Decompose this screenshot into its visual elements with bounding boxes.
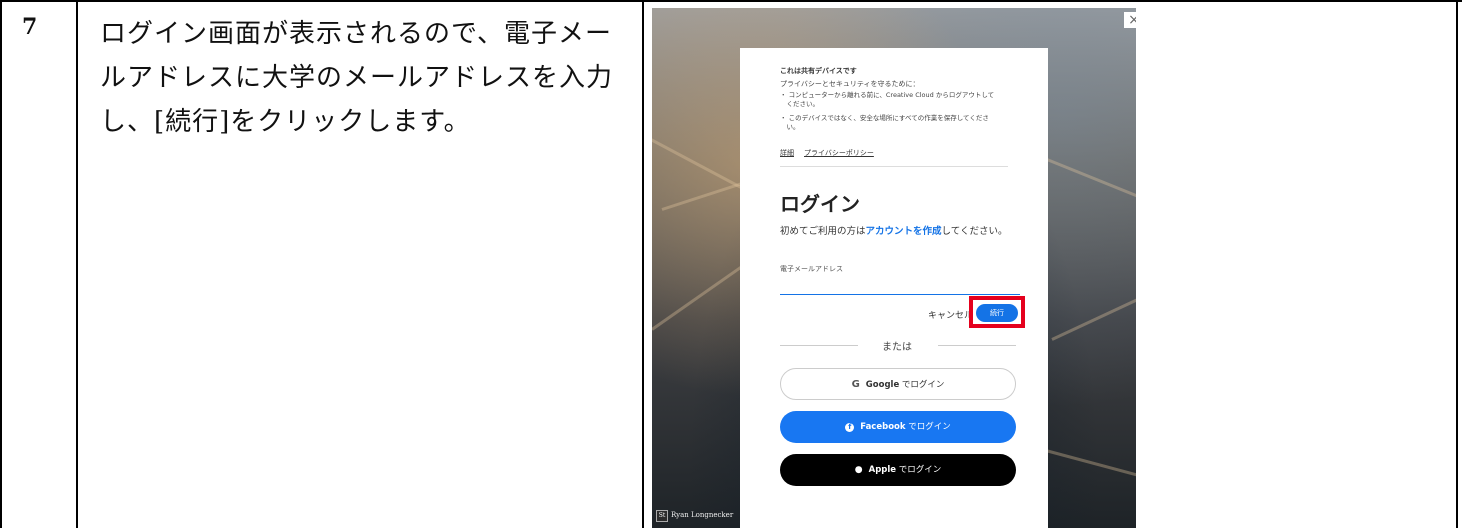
facebook-icon: f bbox=[845, 423, 855, 432]
login-title: ログイン bbox=[780, 192, 860, 216]
create-account-hint: 初めてご利用の方はアカウントを作成してください。 bbox=[780, 223, 1007, 237]
photo-credit-badge: St bbox=[656, 510, 668, 522]
google-icon: G bbox=[851, 379, 860, 390]
photo-credit-name: Ryan Longnecker bbox=[671, 511, 734, 519]
table-left-border bbox=[0, 0, 2, 528]
shared-device-title: これは共有デバイスです bbox=[780, 67, 857, 75]
login-dialog: これは共有デバイスです プライバシーとセキュリティを守るために： ・ コンピュー… bbox=[740, 48, 1048, 528]
road-line bbox=[1051, 295, 1136, 341]
facebook-login-button[interactable]: f Facebook でログイン bbox=[780, 411, 1016, 443]
table-col-divider-2 bbox=[642, 0, 644, 528]
login-screenshot: × これは共有デバイスです プライバシーとセキュリティを守るために： ・ コンピ… bbox=[652, 8, 1136, 528]
privacy-policy-link[interactable]: プライバシーポリシー bbox=[804, 148, 874, 158]
or-label: または bbox=[882, 342, 912, 353]
hint-prefix: 初めてご利用の方は bbox=[780, 226, 866, 237]
notice-divider bbox=[780, 166, 1008, 167]
road-line bbox=[1046, 158, 1136, 203]
table-right-border bbox=[1456, 0, 1458, 528]
email-input[interactable] bbox=[780, 276, 1020, 295]
email-label: 電子メールアドレス bbox=[780, 265, 843, 273]
apple-login-label: でログイン bbox=[896, 465, 942, 475]
facebook-brand: Facebook bbox=[860, 422, 906, 432]
details-link[interactable]: 詳細 bbox=[780, 148, 794, 158]
google-login-label: でログイン bbox=[899, 380, 945, 390]
close-icon[interactable]: × bbox=[1124, 12, 1136, 28]
apple-login-button[interactable]: ● Apple でログイン bbox=[780, 454, 1016, 486]
step-instruction: ログイン画面が表示されるので、電子メー ルアドレスに大学のメールアドレスを入力 … bbox=[100, 19, 614, 137]
create-account-link[interactable]: アカウントを作成 bbox=[866, 226, 942, 237]
table-top-border bbox=[0, 0, 1462, 2]
road-line bbox=[652, 259, 752, 331]
table-col-divider-1 bbox=[76, 0, 78, 528]
photo-credit: St Ryan Longnecker bbox=[656, 510, 733, 522]
notice-bullet-save: ・ このデバイスではなく、安全な場所にすべての作業を保存してくださ い。 bbox=[780, 114, 989, 131]
road-line bbox=[1041, 448, 1136, 480]
or-divider-left bbox=[780, 345, 858, 346]
cancel-button[interactable]: キャンセル bbox=[928, 308, 973, 321]
or-divider-right bbox=[938, 345, 1016, 346]
shared-device-subtitle: プライバシーとセキュリティを守るために： bbox=[780, 80, 920, 88]
google-login-button[interactable]: G Google でログイン bbox=[780, 368, 1016, 400]
apple-brand: Apple bbox=[868, 465, 897, 475]
notice-bullet-logout: ・ コンピューターから離れる前に、Creative Cloud からログアウトし… bbox=[780, 91, 995, 108]
instruction-table: 7 ログイン画面が表示されるので、電子メー ルアドレスに大学のメールアドレスを入… bbox=[0, 0, 1462, 528]
apple-icon: ● bbox=[854, 465, 863, 475]
google-brand: Google bbox=[865, 380, 900, 390]
continue-highlight-box bbox=[969, 296, 1025, 328]
facebook-login-label: でログイン bbox=[905, 422, 951, 432]
hint-suffix: してください。 bbox=[941, 226, 1008, 237]
step-number: 7 bbox=[22, 14, 38, 40]
